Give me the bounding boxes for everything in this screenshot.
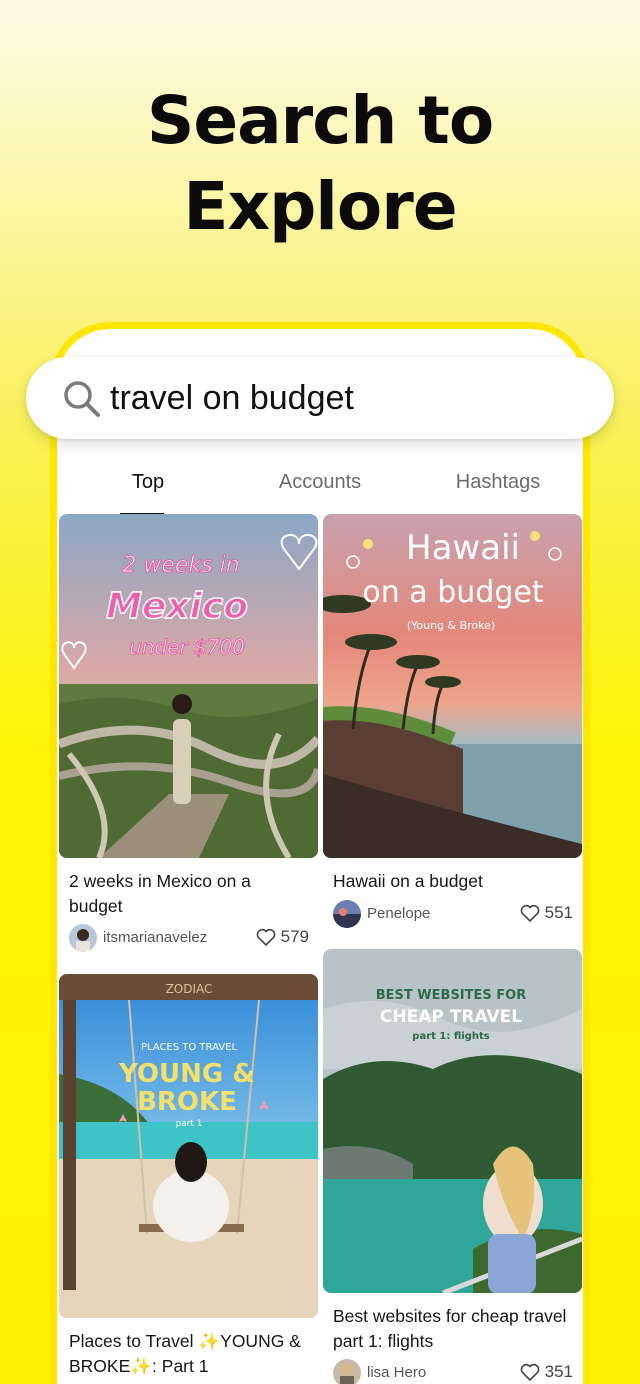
hawaii-overlay-line-3: (Young & Broke) [407,619,495,632]
username[interactable]: itsmarianavelez [103,929,207,946]
swing-overlay-line-2: PLACES TO TRAVEL [141,1042,237,1053]
lagoon-overlay-line-2: CHEAP TRAVEL [380,1007,522,1027]
post-thumbnail[interactable]: Hawaii on a budget (Young & Broke) [323,514,582,858]
post-title[interactable]: Hawaii on a budget [333,869,573,894]
swing-overlay-line-5: part 1 [175,1119,202,1129]
swing-photo: ZODIAC PLACES TO TRAVEL YOUNG & BROKE pa… [59,974,318,1318]
username[interactable]: Penelope [367,905,430,922]
tab-bar: Top Accounts Hashtags [57,451,583,517]
avatar[interactable] [333,1359,361,1384]
lagoon-overlay-line-3: part 1: flights [412,1031,489,1042]
lagoon-photo: BEST WEBSITES FOR CHEAP TRAVEL part 1: f… [323,949,582,1293]
like-count-value: 551 [544,903,573,922]
search-icon[interactable] [62,379,102,419]
tab-hashtags[interactable]: Hashtags [413,471,583,494]
swing-overlay-line-4: BROKE [137,1087,237,1117]
search-input[interactable] [110,357,590,439]
post-title[interactable]: Best websites for cheap travel part 1: f… [333,1304,573,1353]
headline: Search to Explore [0,78,640,250]
phone-frame: Top Accounts Hashtags 2 weeks in Mexico … [50,322,590,1384]
post-thumbnail[interactable]: 2 weeks in Mexico under $700 [59,514,318,858]
swing-overlay-line-1: ZODIAC [166,982,213,996]
headline-line-1: Search to [146,82,494,159]
like-count[interactable]: 351 [520,1362,573,1382]
swing-overlay-line-3: YOUNG & [118,1059,255,1089]
tab-accounts[interactable]: Accounts [235,471,405,494]
post-title[interactable]: 2 weeks in Mexico on a budget [69,869,309,918]
post-thumbnail[interactable]: BEST WEBSITES FOR CHEAP TRAVEL part 1: f… [323,949,582,1293]
post-meta: lisa Hero 351 [333,1359,573,1384]
post-card-young-broke[interactable]: ZODIAC PLACES TO TRAVEL YOUNG & BROKE pa… [59,974,318,1384]
hawaii-overlay-line-2: on a budget [362,575,543,610]
post-meta: Penelope 551 [333,900,573,928]
search-bar[interactable] [26,357,614,439]
post-card-mexico[interactable]: 2 weeks in Mexico under $700 2 weeks in … [59,514,318,954]
like-count-value: 579 [280,927,309,946]
avatar[interactable] [69,924,97,952]
mexico-overlay-line-1: 2 weeks in [122,553,239,578]
like-count[interactable]: 579 [256,927,309,947]
post-thumbnail[interactable]: ZODIAC PLACES TO TRAVEL YOUNG & BROKE pa… [59,974,318,1318]
mexico-overlay-line-2: Mexico [106,586,248,627]
hawaii-overlay-line-1: Hawaii [406,528,520,568]
post-card-hawaii[interactable]: Hawaii on a budget (Young & Broke) Hawai… [323,514,582,944]
headline-line-2: Explore [183,168,457,245]
heart-icon[interactable] [520,904,540,922]
hawaii-photo: Hawaii on a budget (Young & Broke) [323,514,582,858]
heart-icon[interactable] [256,928,276,946]
avatar[interactable] [333,900,361,928]
lagoon-overlay-line-1: BEST WEBSITES FOR [376,988,526,1003]
heart-icon[interactable] [520,1363,540,1381]
mexico-photo: 2 weeks in Mexico under $700 [59,514,318,858]
post-card-best-websites[interactable]: BEST WEBSITES FOR CHEAP TRAVEL part 1: f… [323,949,582,1384]
like-count-value: 351 [544,1362,573,1381]
like-count[interactable]: 551 [520,903,573,923]
tab-top[interactable]: Top [63,471,233,494]
post-title[interactable]: Places to Travel ✨YOUNG & BROKE✨: Part 1 [69,1329,309,1378]
username[interactable]: lisa Hero [367,1364,426,1381]
mexico-overlay-line-3: under $700 [129,635,245,659]
post-meta: itsmarianavelez 579 [69,924,309,952]
